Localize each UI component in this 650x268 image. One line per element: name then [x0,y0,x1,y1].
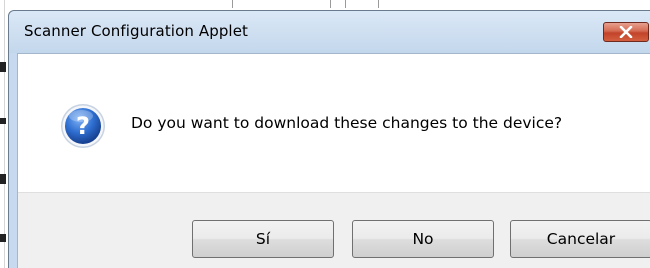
background-edge-mark [0,62,6,72]
svg-text:?: ? [76,112,90,140]
background-tick [232,0,233,8]
yes-button[interactable]: Sí [192,220,334,258]
window-title: Scanner Configuration Applet [24,22,249,40]
background-edge-mark [0,118,6,124]
close-button[interactable] [603,22,649,42]
question-icon: ? [61,104,105,148]
close-x-icon [619,26,633,38]
title-bar[interactable]: Scanner Configuration Applet [9,11,650,53]
background-tick [345,0,346,8]
no-button[interactable]: No [352,220,494,258]
background-edge-mark [0,234,6,242]
button-bar: Sí No Cancelar [18,192,650,268]
message-dialog: Scanner Configuration Applet ? Do you wa… [8,10,650,268]
background-tick [330,0,331,8]
dialog-message: Do you want to download these changes to… [131,114,563,132]
screen: Scanner Configuration Applet ? Do you wa… [0,0,650,268]
background-tick [378,0,379,8]
dialog-content: ? Do you want to download these changes … [17,53,650,268]
cancel-button[interactable]: Cancelar [510,220,650,258]
background-divider [4,0,5,268]
background-edge-mark [0,174,6,184]
